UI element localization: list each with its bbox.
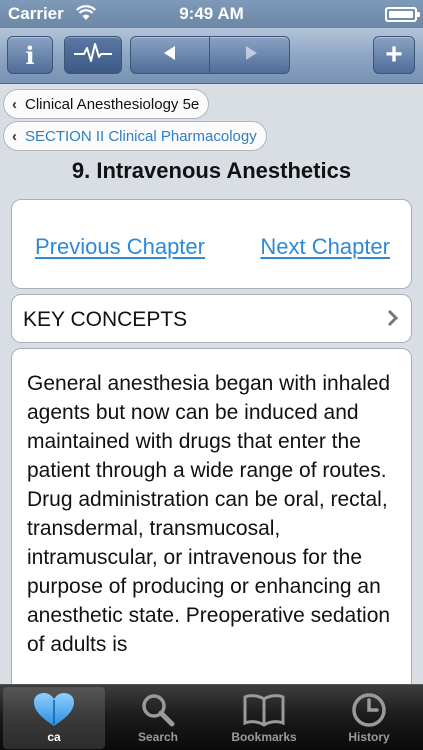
- triangle-right-icon: [242, 44, 260, 67]
- chevron-left-icon: ‹: [12, 95, 17, 113]
- chapter-body-text: General anesthesia began with inhaled ag…: [27, 372, 391, 656]
- chevron-left-icon: ‹: [12, 127, 17, 145]
- tab-bar: ca Search Bookmarks History: [0, 684, 423, 750]
- tab-history-label: History: [348, 730, 390, 744]
- tab-bookmarks-label: Bookmarks: [231, 730, 297, 744]
- chapter-title: 9. Intravenous Anesthetics: [71, 158, 352, 183]
- next-page-button[interactable]: [211, 37, 289, 73]
- tab-search-label: Search: [137, 730, 179, 744]
- triangle-left-icon: [161, 44, 179, 67]
- chapter-content-panel: General anesthesia began with inhaled ag…: [11, 348, 412, 728]
- pulse-icon: [73, 41, 113, 70]
- breadcrumb-section-label: SECTION II Clinical Pharmacology: [25, 127, 257, 145]
- status-time: 9:49 AM: [179, 4, 244, 23]
- chevron-right-icon: [387, 309, 399, 333]
- heart-book-icon: [32, 690, 76, 730]
- next-chapter-link[interactable]: Next Chapter: [260, 234, 390, 260]
- book-icon: [242, 690, 286, 730]
- status-bar: Carrier 9:49 AM: [0, 0, 423, 28]
- breadcrumb-book[interactable]: ‹ Clinical Anesthesiology 5e: [3, 89, 210, 119]
- tab-ca-label: ca: [47, 730, 61, 744]
- page-nav-segmented-control: [130, 36, 290, 74]
- info-button[interactable]: i: [7, 36, 53, 74]
- previous-page-button[interactable]: [131, 37, 210, 73]
- search-icon: [140, 690, 176, 730]
- nav-bar: i +: [0, 28, 423, 84]
- tab-history[interactable]: History: [318, 687, 420, 749]
- breadcrumb-section[interactable]: ‹ SECTION II Clinical Pharmacology: [3, 121, 267, 151]
- pulse-button[interactable]: [64, 36, 122, 74]
- add-button[interactable]: +: [373, 36, 415, 74]
- tab-search[interactable]: Search: [107, 687, 209, 749]
- previous-chapter-link[interactable]: Previous Chapter: [35, 234, 205, 260]
- key-concepts-row[interactable]: KEY CONCEPTS: [11, 294, 412, 343]
- clock-icon: [351, 690, 387, 730]
- tab-bookmarks[interactable]: Bookmarks: [213, 687, 315, 749]
- chapter-nav-panel: Previous Chapter Next Chapter: [11, 199, 412, 289]
- battery-icon: [385, 7, 420, 22]
- key-concepts-label: KEY CONCEPTS: [23, 308, 188, 331]
- tab-ca[interactable]: ca: [3, 687, 105, 749]
- breadcrumb-book-label: Clinical Anesthesiology 5e: [25, 95, 200, 113]
